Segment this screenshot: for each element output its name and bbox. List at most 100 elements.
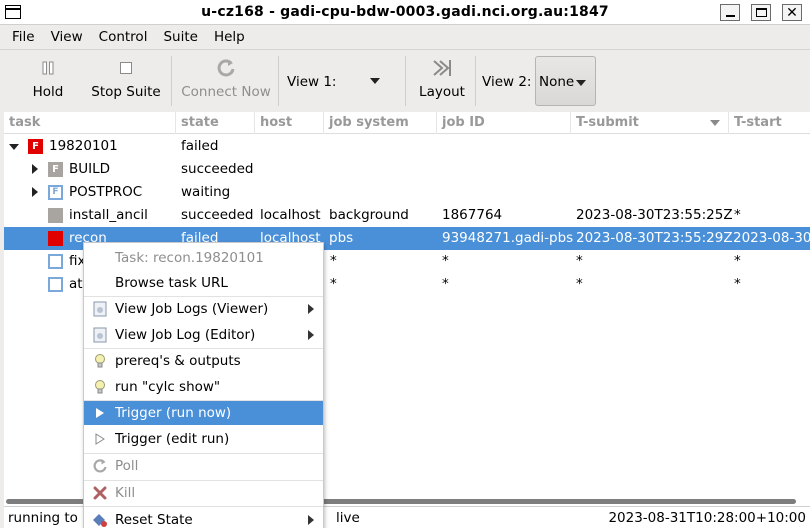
task-t-start: *	[734, 253, 741, 269]
menu-item-label: Trigger (edit run)	[115, 431, 230, 447]
view2-label: View 2:	[482, 74, 532, 90]
submenu-arrow-icon	[308, 304, 314, 314]
menu-item-run-cylc-show[interactable]: run "cylc show"	[84, 375, 323, 399]
chevron-down-icon	[370, 78, 380, 84]
task-failed-icon	[48, 231, 63, 246]
family-succeeded-icon: F	[48, 162, 63, 177]
menu-item-prereqs-outputs[interactable]: prereq's & outputs	[84, 349, 323, 373]
kill-x-icon	[92, 485, 108, 501]
view2-value: None	[539, 74, 575, 90]
layout-label: Layout	[419, 84, 465, 100]
document-icon	[92, 327, 108, 343]
menu-item-label: Poll	[115, 458, 139, 474]
task-name: BUILD	[69, 161, 111, 177]
close-button[interactable]: ✕	[782, 4, 802, 21]
menu-item-browse-task-url[interactable]: Browse task URL	[84, 271, 323, 295]
view2-combo[interactable]: None	[535, 56, 596, 106]
menu-item-view-job-logs[interactable]: View Job Logs (Viewer)	[84, 297, 323, 321]
toolbar: Hold Stop Suite Connect Now View 1: Layo…	[0, 49, 810, 112]
column-header-t-submit-label: T-submit	[576, 115, 639, 130]
column-header-job-id[interactable]: job ID	[437, 112, 571, 134]
task-state: succeeded	[181, 161, 254, 177]
minimize-button[interactable]	[720, 4, 740, 21]
column-header-job-system[interactable]: job system	[324, 112, 437, 134]
task-host: localhost	[260, 207, 321, 223]
menu-item-label: prereq's & outputs	[115, 353, 241, 369]
column-header-state[interactable]: state	[176, 112, 255, 134]
task-t-submit: *	[576, 276, 583, 292]
maximize-button[interactable]	[751, 4, 771, 21]
task-name: at	[69, 276, 83, 292]
menu-item-label: Kill	[115, 485, 136, 501]
column-header-task[interactable]: task	[4, 112, 176, 134]
menu-view[interactable]: View	[43, 29, 91, 45]
view1-combo[interactable]	[360, 56, 380, 106]
task-waiting-icon	[48, 277, 63, 292]
expander-closed-icon[interactable]	[32, 187, 38, 197]
menu-separator	[84, 506, 323, 507]
menu-item-kill[interactable]: Kill	[84, 481, 323, 505]
menu-item-task-header: Task: recon.19820101	[84, 246, 323, 270]
lightbulb-icon	[92, 353, 108, 369]
submenu-arrow-icon	[308, 330, 314, 340]
toolbar-separator	[171, 56, 172, 106]
task-state: waiting	[181, 184, 231, 200]
task-context-menu: Task: recon.19820101 Browse task URL Vie…	[83, 242, 324, 528]
menu-item-trigger-edit-run[interactable]: Trigger (edit run)	[84, 427, 323, 451]
task-t-start: *	[734, 207, 741, 223]
menu-item-label: Reset State	[115, 512, 193, 528]
family-waiting-icon: F	[48, 185, 63, 200]
task-t-start: 2023-08-30	[733, 230, 810, 246]
expander-closed-icon[interactable]	[32, 164, 38, 174]
task-state: failed	[181, 138, 219, 154]
table-row[interactable]: F 19820101 failed	[4, 135, 810, 158]
status-timestamp: 2023-08-31T10:28:00+10:00	[608, 510, 806, 526]
menu-item-label: run "cylc show"	[115, 379, 221, 395]
menu-suite[interactable]: Suite	[155, 29, 205, 45]
column-header-host[interactable]: host	[255, 112, 324, 134]
column-header-row: task state host job system job ID T-subm…	[4, 112, 810, 134]
menu-bar: File View Control Suite Help	[0, 25, 810, 49]
status-live: live	[336, 510, 360, 526]
task-name: install_ancil	[69, 207, 148, 223]
task-job-system: *	[330, 276, 337, 292]
close-icon: ✕	[786, 4, 798, 21]
toolbar-separator	[278, 56, 279, 106]
task-job-id: 1867764	[442, 207, 503, 223]
table-row[interactable]: F BUILD succeeded	[4, 158, 810, 181]
column-header-t-start[interactable]: T-start	[729, 112, 810, 134]
layout-button[interactable]: Layout	[414, 50, 470, 112]
menu-help[interactable]: Help	[206, 29, 253, 45]
reset-state-icon	[92, 512, 108, 528]
table-row[interactable]: install_ancil succeeded localhost backgr…	[4, 204, 810, 227]
connect-now-button[interactable]: Connect Now	[180, 50, 272, 112]
toolbar-separator	[475, 56, 476, 106]
refresh-icon	[217, 59, 235, 77]
stop-suite-button[interactable]: Stop Suite	[90, 50, 162, 112]
menu-file[interactable]: File	[4, 29, 43, 45]
menu-control[interactable]: Control	[91, 29, 156, 45]
column-header-t-submit[interactable]: T-submit	[571, 112, 729, 134]
task-t-submit: *	[576, 253, 583, 269]
task-t-submit: 2023-08-30T23:55:29Z	[576, 230, 733, 246]
minimize-icon	[725, 14, 735, 17]
window-title: u-cz168 - gadi-cpu-bdw-0003.gadi.nci.org…	[201, 4, 609, 20]
task-name: POSTPROC	[69, 184, 143, 200]
task-job-id: *	[442, 276, 449, 292]
menu-item-reset-state[interactable]: Reset State	[84, 508, 323, 528]
expander-open-icon[interactable]	[9, 144, 19, 150]
task-name: 19820101	[49, 138, 118, 154]
menu-item-view-job-log-editor[interactable]: View Job Log (Editor)	[84, 323, 323, 347]
menu-item-label: Browse task URL	[115, 275, 228, 291]
lightbulb-icon	[92, 379, 108, 395]
menu-item-label: View Job Log (Editor)	[115, 327, 256, 343]
table-row[interactable]: F POSTPROC waiting	[4, 181, 810, 204]
menu-item-label: View Job Logs (Viewer)	[115, 301, 269, 317]
pause-icon	[42, 61, 54, 75]
chevron-down-icon	[576, 80, 586, 86]
skip-forward-icon	[433, 60, 451, 76]
sort-arrow-icon	[710, 120, 720, 126]
menu-item-poll[interactable]: Poll	[84, 454, 323, 478]
hold-button[interactable]: Hold	[22, 50, 74, 112]
menu-item-trigger-run-now[interactable]: Trigger (run now)	[84, 401, 323, 425]
